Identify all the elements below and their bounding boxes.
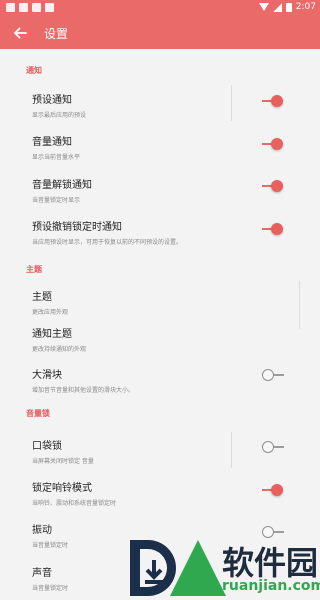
back-arrow-icon[interactable] [12,25,28,41]
setting-subtitle: 显示最后应用的预设 [32,112,87,119]
toggle-pocket-lock[interactable] [262,441,284,453]
setting-title: 主题 [32,292,52,303]
status-bar: 2:07 [0,0,320,17]
setting-notify-theme[interactable]: 通知主题 更改持续通知的外观 [32,325,292,353]
setting-subtitle: 增加音节音量和其他设置的滑块大小。 [32,387,135,394]
toggle-big-slider[interactable] [262,369,284,381]
section-header-notify: 通知 [26,66,42,75]
notification-icon [19,3,28,12]
setting-title: 大滑块 [32,370,62,381]
download-arrow-icon [145,560,163,584]
divider [231,85,232,121]
setting-preset-notify[interactable]: 预设通知 显示最后应用的预设 [32,91,292,119]
setting-pocket-lock[interactable]: 口袋锁 当屏幕关闭时锁定 音量 [32,437,292,465]
divider [299,281,300,329]
setting-big-slider[interactable]: 大滑块 增加音节音量和其他设置的滑块大小。 [32,366,292,394]
status-icons-right: 2:07 [258,2,316,12]
wifi-icon [258,3,269,11]
watermark-a-shape [170,540,226,596]
setting-title: 预设通知 [32,95,72,106]
section-header-theme: 主题 [26,265,42,274]
setting-ringer-lock[interactable]: 锁定响铃模式 当响铃、震动和系统音量锁定时 [32,479,292,507]
setting-title: 锁定响铃模式 [32,483,92,494]
page-title: 设置 [44,27,69,41]
setting-volume-notify[interactable]: 音量通知 显示当前音量水平 [32,133,292,161]
section-header-volume-lock: 音量锁 [26,409,50,418]
watermark-logo: 软件园 ruanjian.com [130,534,320,600]
setting-subtitle: 当响铃、震动和系统音量锁定时 [32,500,117,507]
setting-title: 音量通知 [32,137,72,148]
notification-icon [45,3,54,12]
app-bar: 设置 [0,17,320,49]
notification-icon [32,3,41,12]
setting-preset-lock-notify[interactable]: 预设撤销锁定时通知 当应用预设时显示，可用于恢复以前的不同预设的设置。 [32,218,292,246]
toggle-volume-notify[interactable] [262,138,284,150]
setting-subtitle: 当音量锁定时显示 [32,197,81,204]
settings-list[interactable]: 通知 预设通知 显示最后应用的预设 音量通知 显示当前音量水平 音量解锁通知 当… [0,49,320,600]
setting-title: 口袋锁 [32,441,62,452]
status-time: 2:07 [295,2,316,12]
watermark-url: ruanjian.com [222,578,320,594]
battery-icon [285,2,292,12]
setting-title: 预设撤销锁定时通知 [32,222,122,233]
setting-subtitle: 更改持续通知的外观 [32,346,87,353]
signal-icon [272,2,282,12]
setting-subtitle: 当应用预设时显示，可用于恢复以前的不同预设的设置。 [32,239,183,246]
toggle-preset-notify[interactable] [262,95,284,107]
divider [231,432,232,468]
setting-title: 音量解锁通知 [32,180,92,191]
toggle-unlock-notify[interactable] [262,180,284,192]
setting-subtitle: 更改应用外观 [32,309,69,316]
status-icons-left [6,3,54,12]
setting-subtitle: 当屏幕关闭时锁定 音量 [32,458,94,465]
setting-unlock-notify[interactable]: 音量解锁通知 当音量锁定时显示 [32,176,292,204]
setting-theme[interactable]: 主题 更改应用外观 [32,288,292,316]
toggle-ringer-lock[interactable] [262,484,284,496]
setting-title: 通知主题 [32,329,72,340]
setting-subtitle: 显示当前音量水平 [32,154,81,161]
toggle-preset-lock-notify[interactable] [262,223,284,235]
notification-icon [6,3,15,12]
